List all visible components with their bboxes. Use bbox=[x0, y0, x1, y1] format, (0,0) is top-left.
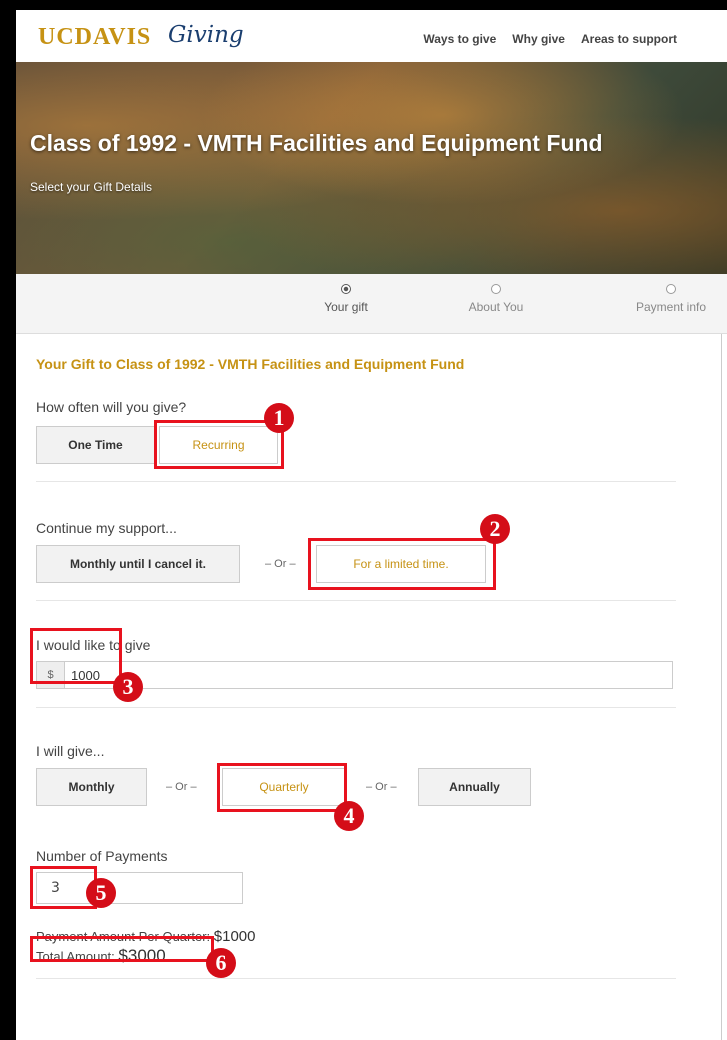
divider bbox=[36, 481, 676, 482]
step-active-radio-icon bbox=[341, 284, 351, 294]
page-title: Class of 1992 - VMTH Facilities and Equi… bbox=[30, 130, 603, 156]
hero-banner: Class of 1992 - VMTH Facilities and Equi… bbox=[16, 62, 727, 274]
frequency-label: How often will you give? bbox=[36, 399, 187, 415]
per-quarter-line: Payment Amount Per Quarter: $1000 bbox=[36, 928, 255, 945]
annotation-badge-2: 2 bbox=[480, 514, 510, 544]
or-separator: – Or – bbox=[166, 781, 197, 793]
nav-links: Ways to give Why give Areas to support bbox=[423, 32, 677, 46]
per-quarter-label: Payment Amount Per Quarter: bbox=[36, 929, 211, 944]
step-your-gift[interactable]: Your gift bbox=[301, 284, 391, 314]
step-about-you[interactable]: About You bbox=[451, 284, 541, 314]
divider bbox=[36, 978, 676, 979]
amount-label: I would like to give bbox=[36, 637, 151, 653]
divider bbox=[36, 707, 676, 708]
limited-time-button[interactable]: For a limited time. bbox=[316, 545, 486, 583]
page-subtitle: Select your Gift Details bbox=[30, 180, 153, 194]
or-separator: – Or – bbox=[265, 558, 296, 570]
monthly-until-cancel-button[interactable]: Monthly until I cancel it. bbox=[36, 545, 240, 583]
total-value: $3000 bbox=[118, 946, 166, 965]
step-indicator: Your gift About You Payment info bbox=[16, 274, 727, 334]
one-time-button[interactable]: One Time bbox=[36, 426, 155, 464]
ucdavis-logo[interactable]: UCDAVIS bbox=[38, 24, 151, 51]
giving-logo[interactable]: Giving bbox=[168, 22, 244, 48]
content-border bbox=[721, 334, 722, 1040]
step-radio-icon bbox=[491, 284, 501, 294]
page: UCDAVIS Giving Ways to give Why give Are… bbox=[16, 10, 727, 1040]
nav-areas-to-support[interactable]: Areas to support bbox=[581, 32, 677, 46]
annotation-badge-6: 6 bbox=[206, 948, 236, 978]
continue-support-label: Continue my support... bbox=[36, 520, 177, 536]
amount-input[interactable] bbox=[71, 666, 661, 684]
or-separator: – Or – bbox=[366, 781, 397, 793]
divider bbox=[36, 600, 676, 601]
step-label: About You bbox=[468, 300, 524, 314]
step-label: Your gift bbox=[324, 300, 368, 314]
top-nav: UCDAVIS Giving Ways to give Why give Are… bbox=[16, 10, 727, 62]
total-label: Total Amount: bbox=[36, 949, 115, 964]
monthly-button[interactable]: Monthly bbox=[36, 768, 147, 806]
payments-label: Number of Payments bbox=[36, 848, 168, 864]
nav-ways-to-give[interactable]: Ways to give bbox=[423, 32, 496, 46]
amount-field: $ bbox=[36, 661, 673, 689]
total-line: Total Amount: $3000 bbox=[36, 946, 166, 966]
currency-prefix: $ bbox=[37, 662, 65, 688]
interval-label: I will give... bbox=[36, 743, 105, 759]
step-label: Payment info bbox=[635, 300, 707, 314]
step-payment-info[interactable]: Payment info bbox=[626, 284, 716, 314]
per-quarter-value: $1000 bbox=[213, 928, 256, 945]
step-radio-icon bbox=[666, 284, 676, 294]
recurring-button[interactable]: Recurring bbox=[159, 426, 278, 464]
gift-heading: Your Gift to Class of 1992 - VMTH Facili… bbox=[36, 356, 465, 372]
quarterly-button[interactable]: Quarterly bbox=[222, 768, 346, 806]
annually-button[interactable]: Annually bbox=[418, 768, 531, 806]
payments-input[interactable] bbox=[36, 872, 243, 904]
nav-why-give[interactable]: Why give bbox=[512, 32, 565, 46]
